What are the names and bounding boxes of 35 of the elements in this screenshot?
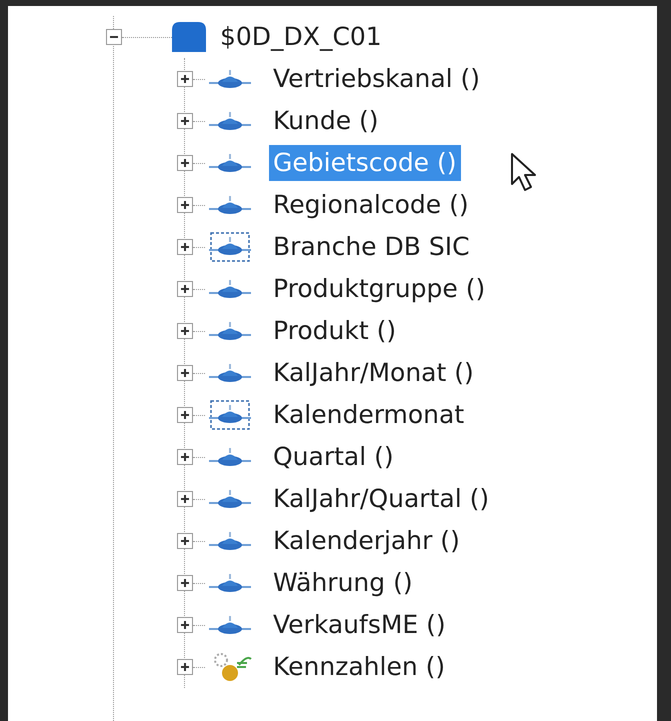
tree-item[interactable]: Währung () — [269, 565, 417, 601]
expand-toggle[interactable] — [177, 323, 193, 339]
expand-toggle[interactable] — [177, 491, 193, 507]
tree-item[interactable]: KalJahr/Monat () — [269, 355, 478, 391]
expand-toggle[interactable] — [177, 575, 193, 591]
cube-icon — [172, 22, 206, 52]
tree-item[interactable]: $0D_DX_C01 — [216, 19, 386, 55]
tree-item[interactable]: Vertriebskanal () — [269, 61, 484, 97]
expand-toggle[interactable] — [177, 407, 193, 423]
tree-item[interactable]: Produktgruppe () — [269, 271, 490, 307]
tree-item[interactable]: Produkt () — [269, 313, 400, 349]
expand-toggle[interactable] — [177, 533, 193, 549]
expand-toggle[interactable] — [177, 239, 193, 255]
tree-item[interactable]: Kalenderjahr () — [269, 523, 464, 559]
tree-item[interactable]: Kennzahlen () — [269, 649, 450, 685]
mouse-pointer-icon — [509, 152, 539, 192]
expand-toggle[interactable] — [177, 659, 193, 675]
tree-item[interactable]: VerkaufsME () — [269, 607, 450, 643]
tree-item[interactable]: Regionalcode () — [269, 187, 473, 223]
collapse-toggle[interactable] — [106, 29, 122, 45]
tree-item[interactable]: KalJahr/Quartal () — [269, 481, 494, 517]
tree-item[interactable]: Kalendermonat — [269, 397, 468, 433]
expand-toggle[interactable] — [177, 71, 193, 87]
expand-toggle[interactable] — [177, 449, 193, 465]
expand-toggle[interactable] — [177, 197, 193, 213]
expand-toggle[interactable] — [177, 617, 193, 633]
expand-toggle[interactable] — [177, 281, 193, 297]
expand-toggle[interactable] — [177, 113, 193, 129]
expand-toggle[interactable] — [177, 155, 193, 171]
expand-toggle[interactable] — [177, 365, 193, 381]
dashed-characteristic-icon — [207, 400, 253, 430]
tree-item[interactable]: Branche DB SIC — [269, 229, 474, 265]
tree-item[interactable]: Quartal () — [269, 439, 398, 475]
tree-item[interactable]: Kunde () — [269, 103, 383, 139]
dashed-characteristic-icon — [207, 232, 253, 262]
